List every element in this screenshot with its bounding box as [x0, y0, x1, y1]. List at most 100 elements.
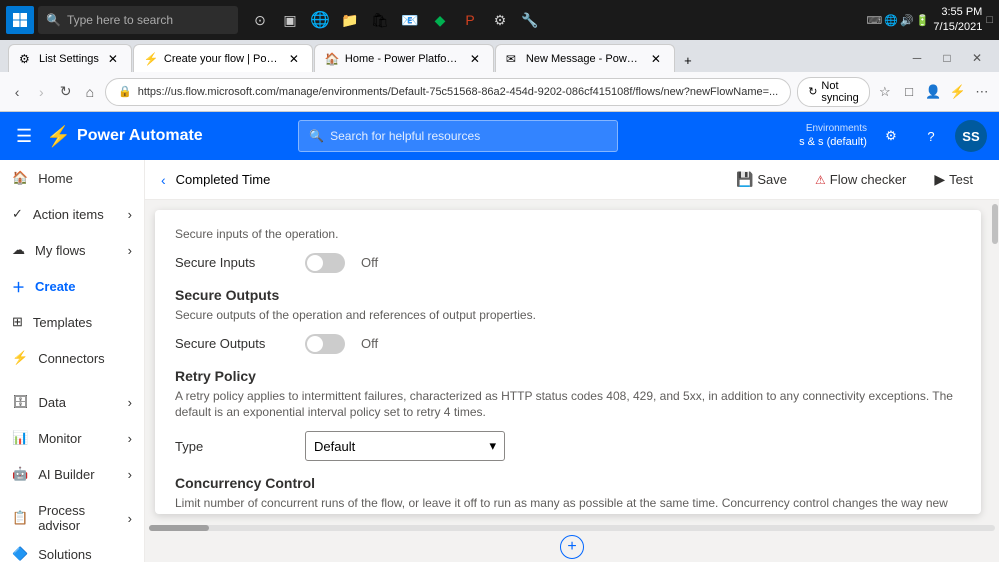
taskbar-icon-search[interactable]: ⊙ — [246, 6, 274, 34]
sidebar-item-connectors[interactable]: ⚡ Connectors — [0, 340, 144, 376]
settings-panel: Secure inputs of the operation. Secure I… — [155, 210, 981, 514]
taskbar-clock: 3:55 PM 7/15/2021 — [933, 5, 982, 36]
settings-icon-button[interactable]: ⚙ — [875, 120, 907, 152]
address-bar[interactable]: 🔒 https://us.flow.microsoft.com/manage/e… — [105, 78, 791, 106]
browser-menu-icon[interactable]: ⋯ — [973, 78, 991, 106]
browser-toolbar: ‹ › ↻ ⌂ 🔒 https://us.flow.microsoft.com/… — [0, 72, 999, 112]
retry-policy-section: Retry Policy A retry policy applies to i… — [175, 368, 961, 462]
add-step-button[interactable]: + — [560, 535, 584, 559]
dropdown-chevron-icon: ▾ — [489, 438, 496, 454]
sidebar-item-my-flows[interactable]: ☁ My flows › — [0, 232, 144, 268]
home-nav-button[interactable]: ⌂ — [81, 78, 99, 106]
hamburger-menu[interactable]: ☰ — [12, 122, 36, 151]
sync-icon: ↻ — [808, 85, 817, 98]
retry-type-dropdown[interactable]: Default ▾ — [305, 431, 505, 461]
concurrency-section: Concurrency Control Limit number of conc… — [175, 475, 961, 514]
browser-tab-1[interactable]: ⚡ Create your flow | Power Autom... ✕ — [133, 44, 313, 72]
sidebar-item-templates[interactable]: ⊞ Templates — [0, 304, 144, 340]
browser-extensions-icon[interactable]: ⚡ — [948, 78, 966, 106]
app-header: ☰ ⚡ Power Automate 🔍 Search for helpful … — [0, 112, 999, 160]
sidebar-item-solutions[interactable]: 🔷 Solutions — [0, 536, 144, 562]
taskbar-search[interactable]: 🔍 Type here to search — [38, 6, 238, 34]
browser-tab-3[interactable]: ✉ New Message - Power Platform -... ✕ — [495, 44, 675, 72]
power-automate-logo-icon: ⚡ — [46, 124, 71, 149]
taskbar-icon-tools[interactable]: 🔧 — [516, 6, 544, 34]
h-scrollbar-thumb[interactable] — [149, 525, 209, 531]
taskbar-icon-mail[interactable]: 📧 — [396, 6, 424, 34]
flows-icon: ☁ — [12, 242, 25, 258]
app-title: Power Automate — [77, 127, 203, 145]
new-tab-button[interactable]: + — [676, 48, 700, 72]
back-nav-button[interactable]: ‹ — [8, 78, 26, 106]
secure-outputs-section: Secure Outputs Secure outputs of the ope… — [175, 287, 961, 354]
sidebar-item-process-advisor[interactable]: 📋 Process advisor › — [0, 500, 144, 536]
user-avatar[interactable]: SS — [955, 120, 987, 152]
environment-selector[interactable]: Environments s & s (default) — [799, 122, 867, 149]
windows-start-button[interactable] — [6, 6, 34, 34]
browser-tab-bar: ⚙ List Settings ✕ ⚡ Create your flow | P… — [0, 40, 999, 72]
tab-close-1[interactable]: ✕ — [286, 51, 302, 67]
checker-icon: ⚠ — [815, 173, 826, 187]
horizontal-scrollbar[interactable] — [149, 525, 995, 531]
browser-account-icon[interactable]: 👤 — [924, 78, 942, 106]
tab-favicon-3: ✉ — [506, 52, 520, 66]
sidebar-item-data[interactable]: 🗄 Data › — [0, 384, 144, 420]
secure-inputs-field: Secure Inputs Off — [175, 253, 961, 273]
taskbar-icon-edge[interactable]: 🌐 — [306, 6, 334, 34]
bottom-bar: + — [145, 532, 999, 562]
browser-bookmark-icon[interactable]: ☆ — [876, 78, 894, 106]
browser-collections-icon[interactable]: □ — [900, 78, 918, 106]
browser-tab-0[interactable]: ⚙ List Settings ✕ — [8, 44, 132, 72]
tab-favicon-2: 🏠 — [325, 52, 339, 66]
taskbar-icon-store[interactable]: 🛍 — [366, 6, 394, 34]
save-button[interactable]: 💾 Save — [726, 167, 797, 192]
scrollbar-thumb[interactable] — [992, 204, 998, 244]
secure-outputs-toggle[interactable] — [305, 334, 345, 354]
refresh-button[interactable]: ↻ — [57, 78, 75, 106]
secure-inputs-toggle[interactable] — [305, 253, 345, 273]
tab-favicon-1: ⚡ — [144, 52, 158, 66]
sidebar-item-monitor[interactable]: 📊 Monitor › — [0, 420, 144, 456]
keyboard-icon: ⌨ — [866, 14, 882, 27]
notification-icon[interactable]: □ — [986, 14, 993, 26]
help-icon-button[interactable]: ? — [915, 120, 947, 152]
sidebar-item-ai-builder[interactable]: 🤖 AI Builder › — [0, 456, 144, 492]
search-placeholder: Search for helpful resources — [330, 129, 480, 143]
sidebar-item-action-items[interactable]: ✓ Action items › — [0, 196, 144, 232]
app-search-box[interactable]: 🔍 Search for helpful resources — [298, 120, 618, 152]
back-button[interactable]: ‹ — [161, 172, 166, 188]
tab-close-0[interactable]: ✕ — [105, 51, 121, 67]
tab-close-3[interactable]: ✕ — [648, 51, 664, 67]
search-icon: 🔍 — [309, 129, 324, 143]
taskbar-icon-task[interactable]: ▣ — [276, 6, 304, 34]
test-button[interactable]: ▶ Test — [924, 167, 983, 192]
close-button[interactable]: ✕ — [963, 44, 991, 72]
sidebar-item-create[interactable]: ＋ Create — [0, 268, 144, 304]
network-icon[interactable]: 🌐 — [884, 14, 898, 27]
secure-outputs-field: Secure Outputs Off — [175, 334, 961, 354]
tab-close-2[interactable]: ✕ — [467, 51, 483, 67]
chevron-icon: › — [128, 431, 132, 446]
syncing-button[interactable]: ↻ Not syncing — [797, 77, 870, 107]
monitor-icon: 📊 — [12, 430, 28, 446]
taskbar-icon-greenapp[interactable]: ◆ — [426, 6, 454, 34]
maximize-button[interactable]: □ — [933, 44, 961, 72]
create-icon: ＋ — [12, 277, 25, 296]
taskbar-icon-powerpoint[interactable]: P — [456, 6, 484, 34]
sidebar-item-home[interactable]: 🏠 Home — [0, 160, 144, 196]
connectors-icon: ⚡ — [12, 350, 28, 366]
taskbar-icon-settings[interactable]: ⚙ — [486, 6, 514, 34]
taskbar-icon-explorer[interactable]: 📁 — [336, 6, 364, 34]
flow-checker-button[interactable]: ⚠ Flow checker — [805, 168, 916, 191]
retry-type-field: Type Default ▾ — [175, 431, 961, 461]
forward-nav-button[interactable]: › — [32, 78, 50, 106]
chevron-icon: › — [128, 243, 132, 258]
browser-tab-2[interactable]: 🏠 Home - Power Platform Commu... ✕ — [314, 44, 494, 72]
data-icon: 🗄 — [12, 394, 29, 410]
search-icon: 🔍 — [46, 13, 61, 27]
vertical-scrollbar[interactable] — [991, 200, 999, 524]
volume-icon[interactable]: 🔊 — [900, 14, 914, 27]
app-logo: ⚡ Power Automate — [46, 124, 203, 149]
minimize-button[interactable]: ─ — [903, 44, 931, 72]
taskbar: 🔍 Type here to search ⊙ ▣ 🌐 📁 🛍 📧 ◆ P ⚙ … — [0, 0, 999, 40]
